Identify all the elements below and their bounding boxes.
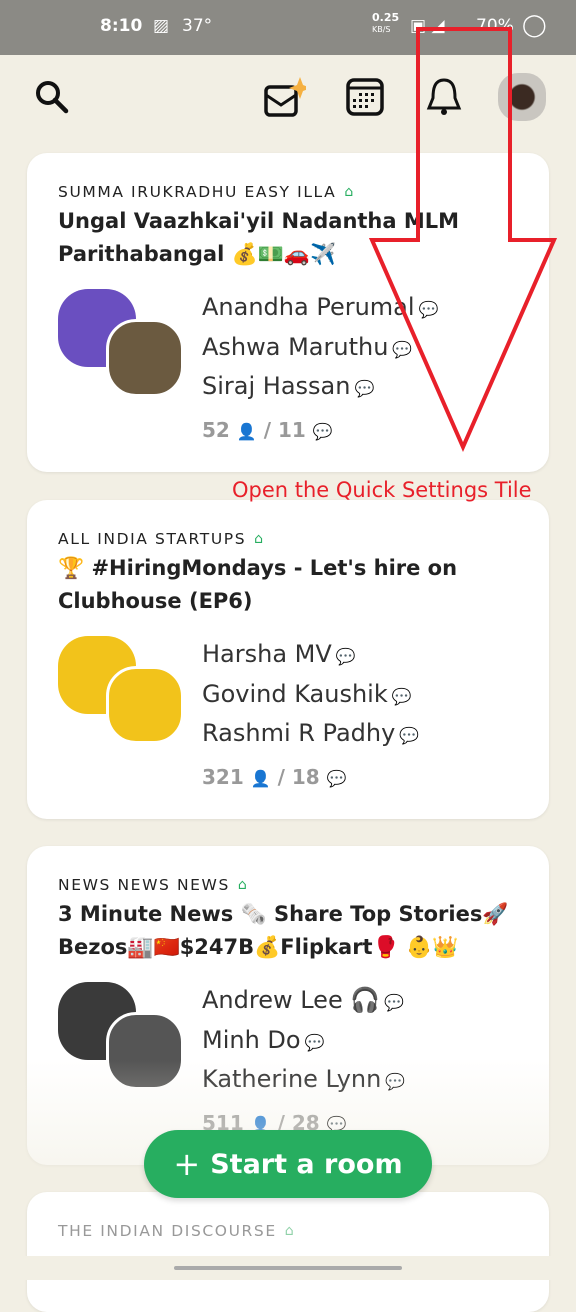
speaker-row: Harsha MV 💬 — [202, 636, 419, 676]
gesture-bar — [0, 1256, 576, 1280]
speaker-row: Rashmi R Padhy 💬 — [202, 715, 419, 755]
club-name-text: NEWS NEWS NEWS — [58, 876, 230, 894]
speaker-name: Andrew Lee 🎧 — [202, 986, 381, 1014]
speaker-name: Harsha MV — [202, 640, 332, 668]
room-card[interactable]: ALL INDIA STARTUPS ⌂ 🏆 #HiringMondays - L… — [27, 500, 549, 819]
chat-bubble-icon: 💬 — [399, 726, 420, 745]
room-title: 3 Minute News 🗞️ Share Top Stories🚀 Bezo… — [58, 902, 509, 959]
chat-bubble-icon: 💬 — [384, 993, 405, 1012]
speaker-name: Minh Do — [202, 1025, 301, 1054]
chat-bubble-icon: 💬 — [304, 1032, 325, 1052]
listener-count: 321 — [202, 764, 244, 789]
person-icon: 👤 — [250, 768, 271, 788]
speaker-row: Minh Do 💬 — [202, 1022, 405, 1062]
club-name[interactable]: NEWS NEWS NEWS ⌂ — [58, 876, 519, 894]
club-name: THE INDIAN DISCOURSE ⌂ — [58, 1222, 519, 1240]
annotation-arrow-icon — [368, 27, 558, 452]
speaker-row: Govind Kaushik 💬 — [202, 676, 419, 716]
chat-icon: 💬 — [326, 768, 347, 788]
chat-bubble-icon: 💬 — [391, 686, 412, 706]
club-name-text: ALL INDIA STARTUPS — [58, 530, 247, 548]
speaker-count: 18 — [291, 764, 320, 789]
room-title: 🏆 #HiringMondays - Let's hire on Clubhou… — [58, 556, 458, 613]
speaker-name: Govind Kaushik — [202, 679, 388, 708]
club-name-text: THE INDIAN DISCOURSE — [58, 1222, 277, 1240]
speakers: Harsha MV 💬 Govind Kaushik 💬 Rashmi R Padhy 💬… — [58, 636, 519, 806]
room-stats: 321 👤 / 18 💬 — [202, 764, 347, 789]
club-name[interactable]: ALL INDIA STARTUPS ⌂ — [58, 530, 519, 548]
chat-bubble-icon: 💬 — [335, 647, 356, 666]
plus-icon: + — [173, 1145, 201, 1183]
speaker-avatar[interactable] — [106, 666, 184, 744]
home-indicator[interactable] — [174, 1266, 402, 1270]
speaker-name: Rashmi R Padhy — [202, 719, 396, 747]
speaker-names: Harsha MV 💬 Govind Kaushik 💬 Rashmi R Padhy 💬… — [202, 636, 419, 797]
start-room-button[interactable]: + Start a room — [144, 1130, 432, 1198]
start-room-label: Start a room — [210, 1148, 403, 1180]
room-card[interactable]: THE INDIAN DISCOURSE ⌂ — [27, 1192, 549, 1312]
house-icon: ⌂ — [237, 877, 249, 893]
house-icon: ⌂ — [284, 1223, 296, 1239]
annotation-text: Open the Quick Settings Tile — [232, 478, 532, 502]
speaker-row: Andrew Lee 🎧 💬 — [202, 982, 405, 1022]
house-icon: ⌂ — [254, 531, 265, 547]
